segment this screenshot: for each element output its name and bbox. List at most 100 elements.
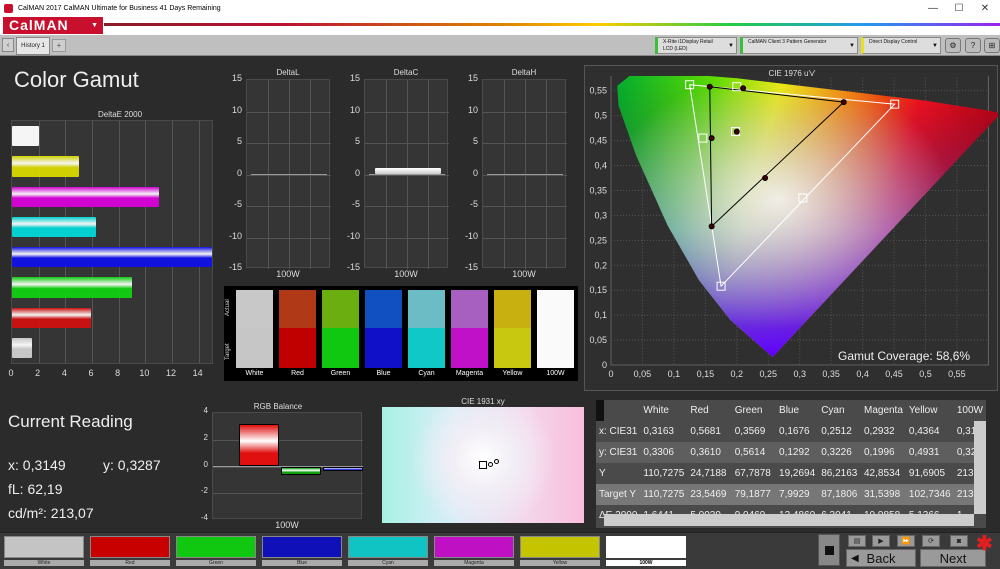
pattern-patch-label: Magenta — [434, 560, 514, 566]
table-cell: 0,3163 — [643, 426, 674, 437]
delta-tick-label: -15 — [346, 262, 360, 272]
delta-tick-label: 15 — [231, 73, 242, 83]
play-icon: ▶ — [878, 538, 884, 545]
device-line2: LCD (LED) — [663, 46, 688, 52]
table-cell: 0,2932 — [863, 426, 895, 437]
cie1976-xtick: 0 — [608, 369, 613, 379]
window-titlebar: CalMAN 2017 CalMAN Ultimate for Business… — [0, 0, 1000, 17]
table-header-cell: 100W — [956, 405, 983, 416]
deltae-bar — [12, 337, 32, 358]
grid-line — [172, 121, 173, 363]
delta-tick-label: -10 — [464, 230, 478, 241]
table-vscrollbar[interactable] — [974, 421, 986, 514]
target-swatch — [494, 328, 531, 368]
swatch-name: Magenta — [455, 370, 484, 377]
minimize-button[interactable]: — — [920, 0, 946, 17]
table-cell: 23,5469 — [690, 489, 727, 500]
pattern-patch[interactable] — [434, 536, 514, 558]
display-control-select[interactable]: Direct Display Control ▼ — [861, 37, 941, 54]
swatch-list: White Red Green Blue Cyan Magenta Yellow 100W — [236, 290, 578, 380]
table-cell: 86,2163 — [821, 468, 858, 479]
cie1976-ytick: 0,15 — [589, 285, 607, 295]
rgb-tick-label: -4 — [200, 513, 208, 522]
deltae-chart — [11, 120, 213, 364]
layout-button[interactable]: ⊞ — [984, 38, 1000, 53]
table-row[interactable]: x: CIE31 0,3163 0,5681 0,3569 0,1676 0,2512 0,… — [596, 421, 986, 442]
calman-logo-button[interactable]: CalMAN ▼ — [3, 17, 103, 34]
app-header — [0, 17, 1000, 35]
pattern-patch[interactable] — [348, 536, 428, 558]
measured-point — [762, 174, 769, 181]
meter-device-select[interactable]: X-Rite i1Display Retail LCD (LED) ▼ — [655, 37, 737, 54]
pattern-patch[interactable] — [90, 536, 170, 558]
pattern-patch[interactable] — [520, 536, 600, 558]
device-line1: X-Rite i1Display Retail — [663, 39, 713, 45]
delta-chart-plot — [482, 79, 567, 269]
print-button[interactable]: ▤ — [848, 535, 866, 547]
grid-icon: ⊞ — [988, 41, 996, 50]
rgb-bar — [239, 423, 279, 467]
back-button[interactable]: ◀ Back — [846, 549, 916, 567]
add-tab-button[interactable]: + — [52, 39, 66, 52]
delta-tick-label: 10 — [467, 104, 478, 115]
reading-y-label: y: — [103, 457, 114, 473]
delta-tick-label: 0 — [354, 167, 360, 178]
current-reading-title: Current Reading — [8, 412, 133, 431]
table-cell: 0,3610 — [690, 447, 721, 458]
table-header-cell: White — [643, 405, 669, 416]
forward-button[interactable]: ⏩ — [897, 535, 915, 547]
table-cell: 0,4364 — [908, 426, 940, 437]
play-button[interactable]: ▶ — [872, 535, 890, 547]
table-cell: 0,1292 — [779, 447, 810, 458]
table-hscrollbar[interactable] — [604, 514, 974, 526]
delta-tick-label: 15 — [467, 73, 478, 83]
app-icon — [4, 4, 13, 13]
chevron-down-icon: ▼ — [932, 43, 938, 49]
deltae-tick-label: 2 — [35, 368, 41, 378]
table-row[interactable]: y: CIE31 0,3306 0,3610 0,5614 0,1292 0,3226 0,… — [596, 442, 986, 463]
pattern-generator-select[interactable]: CalMAN Client 3 Pattern Generator ▼ — [740, 37, 858, 54]
reading-fl-value: 62,19 — [27, 481, 63, 497]
window-title: CalMAN 2017 CalMAN Ultimate for Business… — [18, 5, 221, 12]
cie1976-xtick: 0,2 — [731, 369, 744, 379]
table-cell: 42,8534 — [863, 468, 901, 479]
cie1976-xtick: 0,05 — [634, 369, 652, 379]
settings-button[interactable]: ⚙ — [945, 38, 961, 53]
swatch-name: Red — [291, 370, 304, 377]
tab-scroll-left-button[interactable]: ‹ — [2, 38, 14, 52]
cie1976-xtick: 0,5 — [919, 369, 932, 379]
close-button[interactable]: ✕ — [972, 0, 998, 17]
chevron-down-icon: ▼ — [91, 22, 99, 29]
delta-tick-label: 10 — [349, 104, 360, 115]
table-header-cell: Cyan — [821, 405, 845, 416]
swatch-name: Yellow — [502, 370, 523, 377]
pattern-patch[interactable] — [606, 536, 686, 558]
actual-swatch — [537, 290, 574, 328]
pattern-patch[interactable] — [176, 536, 256, 558]
capture-button[interactable]: ◙ — [950, 535, 968, 547]
table-row[interactable]: Target Y 110,7275 23,5469 79,1877 7,9929 87,1… — [596, 484, 986, 505]
help-button[interactable]: ? — [965, 38, 981, 53]
grid-line — [118, 121, 120, 363]
logo-text: CalMAN — [9, 17, 69, 33]
table-corner — [596, 400, 604, 421]
target-swatch — [537, 328, 574, 368]
cie1931-title: CIE 1931 xy — [461, 397, 505, 406]
swatch-comparison: Actual Target White Red Green Blue Cyan Magen… — [224, 286, 578, 381]
table-row[interactable]: Y 110,7275 24,7188 67,7878 19,2694 86,2163 42,… — [596, 463, 986, 484]
table-cell: 110,7275 — [643, 489, 685, 500]
pattern-patch[interactable] — [262, 536, 342, 558]
deltae-bar — [12, 186, 159, 207]
pattern-patch[interactable] — [4, 536, 84, 558]
loop-button[interactable]: ⟳ — [922, 535, 940, 547]
swatch-name: Cyan — [418, 370, 435, 377]
delta-chart-title: DeltaH — [511, 68, 537, 77]
deltae-bar — [12, 307, 91, 328]
table-cell: 102,7346 — [908, 489, 951, 500]
delta-chart-title: DeltaL — [276, 68, 300, 77]
reading-fl-label: fL: — [8, 481, 24, 497]
maximize-button[interactable]: ☐ — [946, 0, 972, 17]
tab-history-1[interactable]: History 1 — [16, 37, 50, 55]
stop-button[interactable] — [818, 534, 840, 566]
deltae-bar — [12, 156, 79, 177]
